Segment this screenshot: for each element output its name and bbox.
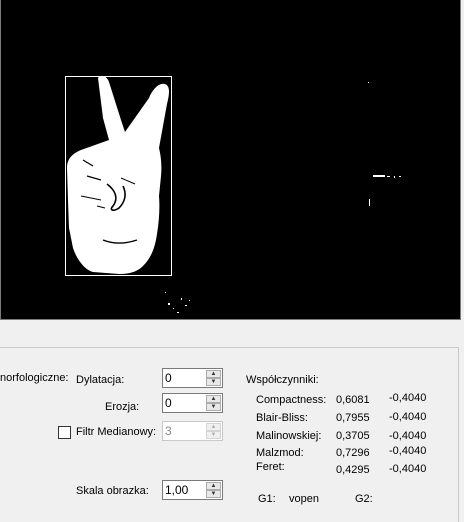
dilation-stepper[interactable]: ▲ ▼ <box>162 368 223 388</box>
triangle-down-icon[interactable]: ▼ <box>206 378 221 386</box>
triangle-down-icon[interactable]: ▼ <box>206 431 221 439</box>
coef-name: Feret: <box>256 461 285 473</box>
coef-value: 0,4295 <box>336 464 370 476</box>
triangle-up-icon[interactable]: ▲ <box>206 395 221 403</box>
scale-stepper[interactable]: ▲ ▼ <box>162 480 223 500</box>
morphology-section-label: norfologiczne: <box>0 372 69 384</box>
coef-name: Malinowskiej: <box>256 430 322 442</box>
erosion-label: Erozja: <box>105 401 140 413</box>
erosion-stepper[interactable]: ▲ ▼ <box>162 393 223 413</box>
coef-name: Malzmod: <box>256 447 304 459</box>
coef-value2: -0,4040 <box>389 463 427 475</box>
median-filter-stepper[interactable]: ▲ ▼ <box>162 421 223 441</box>
median-filter-checkbox[interactable] <box>58 426 71 439</box>
scale-label: Skala obrazka: <box>76 485 149 497</box>
binary-image-view <box>0 0 461 320</box>
g1-value: vopen <box>289 493 319 505</box>
coef-value2: -0,4040 <box>389 411 427 423</box>
coef-value: 0,3705 <box>336 430 370 442</box>
settings-panel: norfologiczne: Dylatacja: ▲ ▼ Erozja: ▲ … <box>0 347 459 522</box>
triangle-down-icon[interactable]: ▼ <box>206 490 221 498</box>
hand-shape <box>67 75 169 274</box>
g2-label: G2: <box>355 493 373 505</box>
median-filter-label: Filtr Medianowy: <box>76 426 157 438</box>
triangle-up-icon[interactable]: ▲ <box>206 482 221 490</box>
coef-value: 0,7296 <box>336 447 370 459</box>
dilation-label: Dylatacja: <box>76 374 125 386</box>
coef-value: 0,7955 <box>336 412 370 424</box>
triangle-up-icon[interactable]: ▲ <box>206 370 221 378</box>
g1-label: G1: <box>258 493 276 505</box>
splitter <box>0 320 464 347</box>
coef-name: Blair-Bliss: <box>256 412 308 424</box>
dilation-input[interactable] <box>165 370 205 386</box>
hand-silhouette-image <box>65 75 401 313</box>
coefficients-title: Współczynniki: <box>246 374 319 386</box>
coef-value2: -0,4040 <box>389 392 427 404</box>
coef-value2: -0,4040 <box>389 445 427 457</box>
scale-input[interactable] <box>165 482 205 498</box>
coef-name: Compactness: <box>256 394 327 406</box>
median-filter-input[interactable] <box>165 423 205 439</box>
triangle-up-icon[interactable]: ▲ <box>206 423 221 431</box>
erosion-input[interactable] <box>165 395 205 411</box>
triangle-down-icon[interactable]: ▼ <box>206 403 221 411</box>
coef-value: 0,6081 <box>336 394 370 406</box>
coef-value2: -0,4040 <box>389 430 427 442</box>
